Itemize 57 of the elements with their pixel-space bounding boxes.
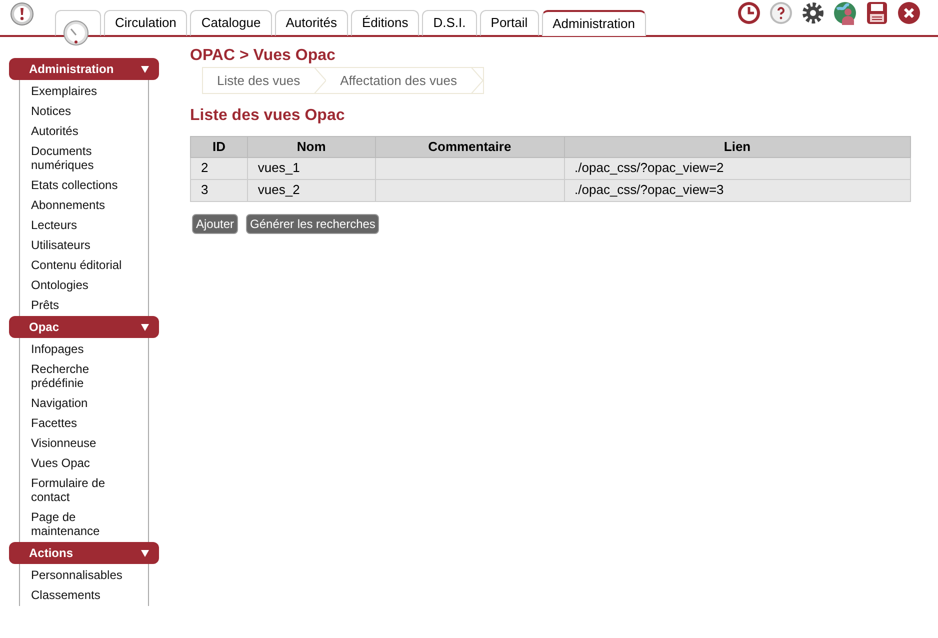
sidebar-item[interactable]: Visionneuse xyxy=(20,433,148,453)
sidebar-item[interactable]: Notices xyxy=(20,101,148,121)
sidebar-item[interactable]: Personnalisables xyxy=(20,565,148,585)
table-cell: 3 xyxy=(190,179,248,201)
sidebar-item[interactable]: Etats collections xyxy=(20,175,148,195)
sidebar-section-header[interactable]: Opac xyxy=(9,316,159,338)
table-cell: 2 xyxy=(190,157,248,179)
close-icon[interactable] xyxy=(897,1,921,25)
sidebar-item[interactable]: Infopages xyxy=(20,339,148,359)
sidebar-item[interactable]: Autorités xyxy=(20,121,148,141)
sidebar-item[interactable]: Vues Opac xyxy=(20,453,148,473)
sidebar-item[interactable]: Lecteurs xyxy=(20,215,148,235)
sidebar-item[interactable]: Navigation xyxy=(20,393,148,413)
sidebar-item[interactable]: Formulaire de contact xyxy=(20,473,148,507)
column-header: Lien xyxy=(564,136,910,157)
sidebar-item[interactable]: Utilisateurs xyxy=(20,235,148,255)
sidebar-section-header[interactable]: Administration xyxy=(9,58,159,80)
table-cell: ./opac_css/?opac_view=2 xyxy=(564,157,910,179)
help-icon[interactable] xyxy=(769,1,793,25)
nav-tab[interactable]: Catalogue xyxy=(190,10,272,36)
column-header: Nom xyxy=(247,136,376,157)
breadcrumb-tab[interactable]: Affectation des vues xyxy=(326,70,471,90)
table-cell: vues_2 xyxy=(247,179,376,201)
column-header: Commentaire xyxy=(375,136,564,157)
sidebar-item[interactable]: Abonnements xyxy=(20,195,148,215)
sidebar-item[interactable]: Recherche prédéfinie xyxy=(20,359,148,393)
nav-tab[interactable]: D.S.I. xyxy=(422,10,477,36)
clock-icon[interactable] xyxy=(737,1,761,25)
sidebar-section-header[interactable]: Actions xyxy=(9,542,159,564)
sidebar-item[interactable]: Classements xyxy=(20,585,148,605)
table-cell: vues_1 xyxy=(247,157,376,179)
nav-tab[interactable]: Circulation xyxy=(104,10,188,36)
nav-tab[interactable]: Éditions xyxy=(351,10,420,36)
sidebar-item[interactable]: Facettes xyxy=(20,413,148,433)
section-title: Liste des vues Opac xyxy=(190,106,345,126)
caret-down-icon xyxy=(141,66,149,72)
nav-tab[interactable]: Portail xyxy=(480,10,539,36)
sidebar-item[interactable]: Contenu éditorial xyxy=(20,255,148,275)
sidebar-item[interactable]: Page de maintenance xyxy=(20,507,148,541)
alert-icon[interactable] xyxy=(10,2,34,26)
nav-tab[interactable]: Administration xyxy=(542,10,646,36)
settings-icon[interactable] xyxy=(801,1,825,25)
sidebar-item[interactable]: Prêts xyxy=(20,295,148,315)
column-header: ID xyxy=(190,136,248,157)
sidebar-item[interactable]: Ontologies xyxy=(20,275,148,295)
page-title: OPAC > Vues Opac xyxy=(190,46,336,66)
sidebar-item[interactable]: Documents numériques xyxy=(20,141,148,175)
caret-down-icon xyxy=(141,550,149,556)
caret-down-icon xyxy=(141,324,149,330)
breadcrumb-tab[interactable]: Liste des vues xyxy=(203,70,314,90)
save-icon[interactable] xyxy=(865,1,889,25)
sidebar-item[interactable]: Exemplaires xyxy=(20,81,148,101)
table-cell: ./opac_css/?opac_view=3 xyxy=(564,179,910,201)
globe-user-icon[interactable] xyxy=(833,1,857,25)
action-button[interactable]: Générer les recherches xyxy=(246,214,380,234)
nav-tab[interactable]: Autorités xyxy=(274,10,348,36)
action-button[interactable]: Ajouter xyxy=(192,214,238,234)
